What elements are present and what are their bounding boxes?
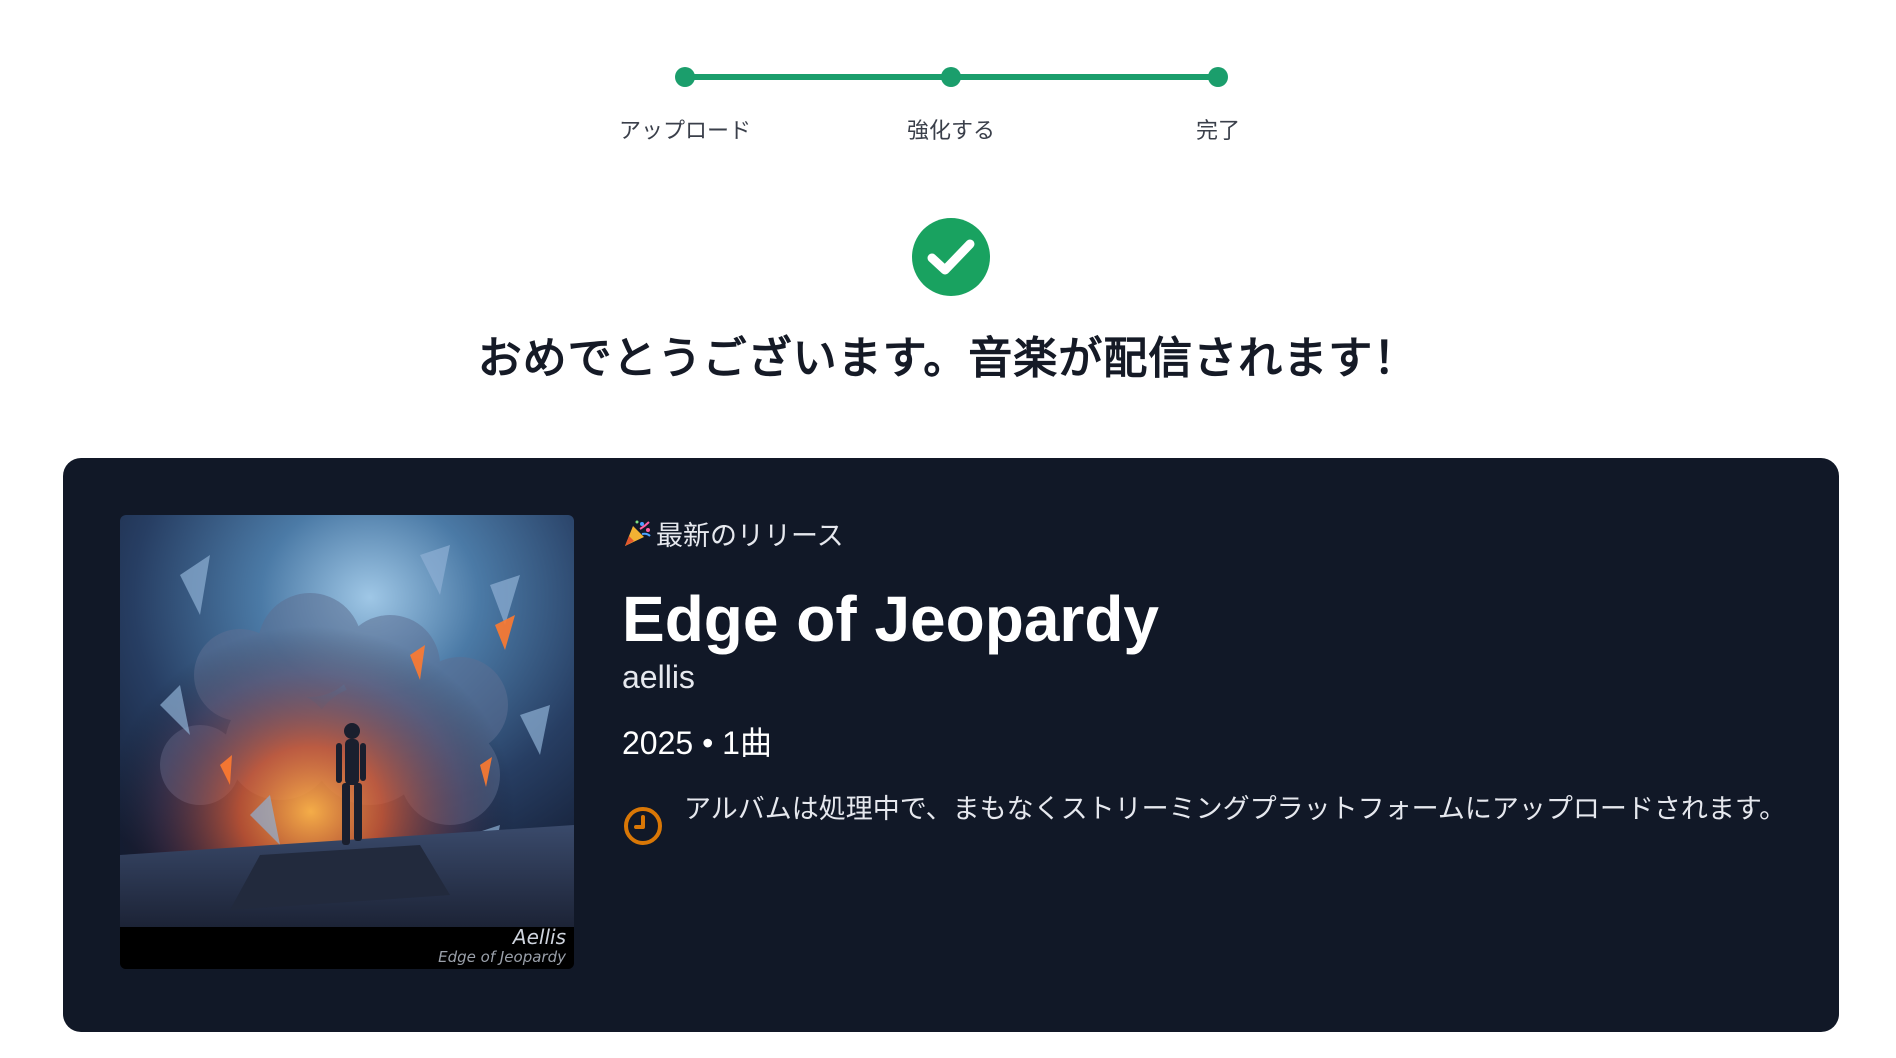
step-dot	[941, 67, 961, 87]
check-circle-icon	[912, 218, 990, 296]
progress-stepper: アップロード 強化する 完了	[600, 60, 1240, 180]
step-upload: アップロード	[600, 60, 770, 145]
success-headline: おめでとうございます。音楽が配信されます！	[477, 333, 1419, 384]
step-label: 完了	[1195, 119, 1240, 144]
clock-icon	[624, 807, 662, 845]
processing-notice-text: アルバムは処理中で、まもなくストリーミングプラットフォームにアップロードされます…	[684, 794, 1787, 825]
step-label: アップロード	[618, 119, 751, 144]
step-label: 強化する	[906, 119, 995, 144]
step-complete: 完了	[1133, 60, 1303, 145]
album-cover-art	[120, 515, 574, 927]
album-cover-caption: Aellis Edge of Jeopardy	[120, 925, 574, 969]
party-popper-icon	[625, 520, 651, 546]
processing-notice: アルバムは処理中で、まもなくストリーミングプラットフォームにアップロードされます…	[622, 789, 1802, 847]
release-meta: 2025 • 1曲	[622, 725, 772, 761]
album-cover: Aellis Edge of Jeopardy	[120, 515, 574, 969]
release-card: Aellis Edge of Jeopardy 最新のリリース Edge of …	[63, 458, 1839, 1032]
step-enhance: 強化する	[866, 60, 1036, 145]
step-dot	[1208, 67, 1228, 87]
page: アップロード 強化する 完了 おめでとうございます。音楽が配信されます！ Ael…	[0, 0, 1896, 1058]
step-dot	[675, 67, 695, 87]
release-artist: aellis	[622, 659, 695, 695]
release-title: Edge of Jeopardy	[622, 583, 1159, 655]
release-info: 最新のリリース Edge of Jeopardy aellis 2025 • 1…	[622, 515, 1802, 847]
cover-brand-text: Aellis	[512, 925, 566, 949]
latest-release-label: 最新のリリース	[656, 520, 844, 552]
latest-release-badge: 最新のリリース	[622, 515, 1802, 552]
cover-subtitle-text: Edge of Jeopardy	[438, 948, 566, 966]
